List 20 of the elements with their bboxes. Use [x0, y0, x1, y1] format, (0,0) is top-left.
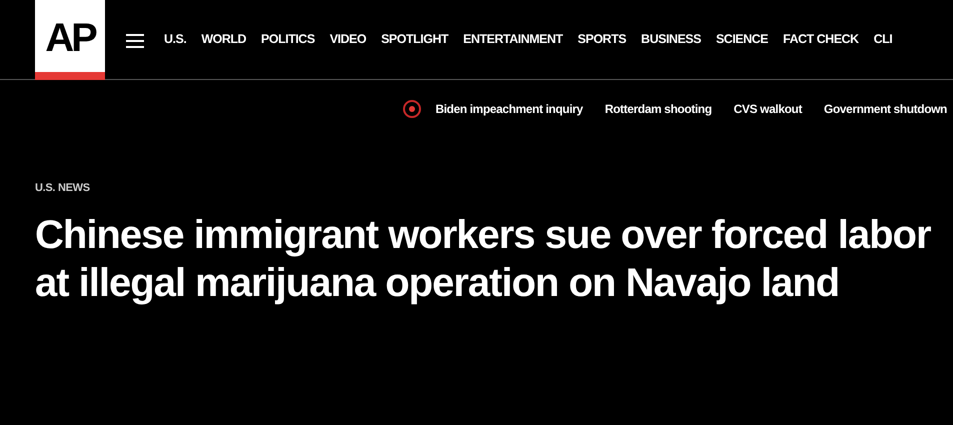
ap-logo[interactable]: AP: [35, 0, 105, 80]
trending-link[interactable]: Biden impeachment inquiry: [435, 100, 583, 118]
trending-link[interactable]: Rotterdam shooting: [604, 100, 712, 118]
nav-link[interactable]: SPOTLIGHT: [381, 31, 448, 47]
nav-link[interactable]: BUSINESS: [641, 31, 701, 47]
live-icon: [403, 100, 422, 118]
nav-link[interactable]: CLI: [874, 31, 892, 47]
nav-link[interactable]: SPORTS: [578, 31, 626, 47]
nav-link[interactable]: VIDEO: [330, 31, 366, 47]
section-label[interactable]: U.S. NEWS: [35, 180, 943, 196]
nav-link[interactable]: WORLD: [201, 31, 246, 47]
nav-link[interactable]: POLITICS: [261, 31, 315, 47]
nav-link[interactable]: SCIENCE: [716, 31, 768, 47]
nav-link[interactable]: ENTERTAINMENT: [463, 31, 563, 47]
trending-link[interactable]: CVS walkout: [734, 100, 802, 118]
trending-link[interactable]: Government shutdown: [824, 100, 947, 118]
headline: Chinese immigrant workers sue over forced labor at illegal marijuana operation on Navajo land: [35, 212, 932, 306]
menu-icon[interactable]: [126, 34, 144, 48]
nav-link[interactable]: FACT CHECK: [783, 31, 859, 47]
nav-link[interactable]: U.S.: [164, 31, 186, 47]
